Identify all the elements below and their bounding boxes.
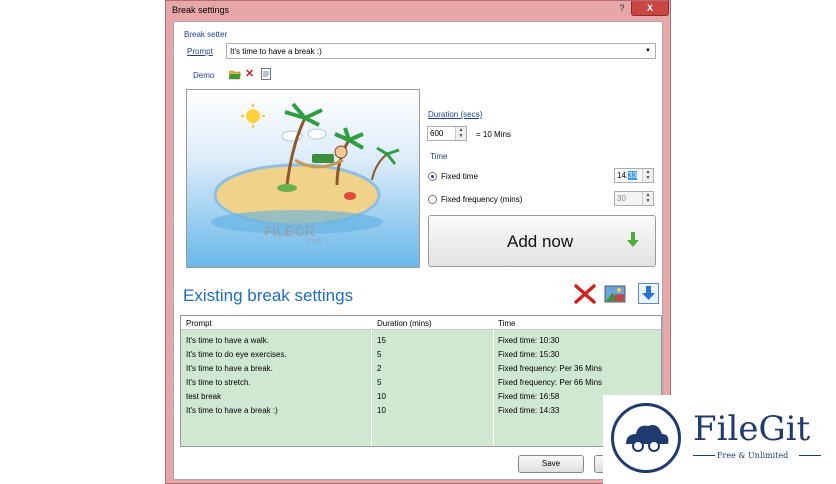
cell-time: Fixed time: 16:58 [498,392,560,401]
save-button[interactable]: Save [518,455,584,473]
tagline-divider [693,455,715,456]
cell-prompt: It's time to have a break :) [186,406,278,415]
table-row[interactable]: It's time to do eye exercises. 5 Fixed t… [181,347,661,361]
title-bar[interactable]: Break settings ? X [166,1,670,19]
cell-duration: 10 [377,406,386,415]
break-setter-group-label: Break setter [184,30,228,39]
help-button[interactable]: ? [616,1,628,16]
cell-prompt: test break [186,392,222,401]
column-header-prompt[interactable]: Prompt [186,319,212,328]
add-now-button[interactable]: Add now [428,215,656,267]
island-preview-image [186,89,420,268]
dialog-client-area: Break setter Prompt It's time to have a … [173,21,663,480]
cell-time: Fixed frequency: Per 36 Mins [498,364,603,373]
fixed-frequency-label: Fixed frequency (mins) [441,195,523,204]
cell-duration: 10 [377,392,386,401]
column-header-time[interactable]: Time [498,319,515,328]
table-row[interactable]: It's time to stretch. 5 Fixed frequency:… [181,375,661,389]
fixed-time-spinner[interactable]: 14:33 ▲ ▼ [614,168,654,183]
filegit-name: FileGit [693,409,811,449]
fixed-frequency-spinner[interactable]: 30 ▲ ▼ [614,191,654,206]
arrow-down-icon [627,232,639,250]
existing-settings-heading: Existing break settings [183,286,354,305]
prompt-combobox[interactable]: It's time to have a break :) ▼ [226,43,656,59]
filegit-tagline: Free & Unlimited [717,451,789,460]
fixed-frequency-value: 30 [617,194,626,203]
fixed-frequency-radio[interactable] [428,195,437,204]
duration-value: 600 [430,129,444,138]
filegit-logo-icon [611,403,681,473]
cell-prompt: It's time to have a break. [186,364,273,373]
cell-duration: 5 [377,350,382,359]
delete-icon[interactable]: ✕ [245,69,254,80]
filecr-watermark: FILECR .com [264,223,321,245]
duration-label: Duration (secs) [428,110,483,119]
delete-setting-icon[interactable] [574,284,596,306]
dropdown-arrow-icon[interactable]: ▼ [645,48,651,54]
cell-duration: 2 [377,364,382,373]
cell-duration: 15 [377,336,386,345]
fixed-time-radio[interactable] [428,172,437,181]
cell-prompt: It's time to do eye exercises. [186,350,287,359]
spin-updown-icon[interactable]: ▲ ▼ [642,192,653,205]
table-header: Prompt Duration (mins) Time [181,316,661,330]
edit-image-icon[interactable] [604,285,626,305]
close-button[interactable]: X [631,1,669,16]
column-header-duration[interactable]: Duration (mins) [377,319,432,328]
cell-prompt: It's time to stretch. [186,378,251,387]
table-row[interactable]: It's time to have a walk. 15 Fixed time:… [181,333,661,347]
table-row[interactable]: It's time to have a break :) 10 Fixed ti… [181,403,661,417]
duration-spinner[interactable]: 600 ▲ ▼ [427,126,467,141]
fixed-time-label: Fixed time [441,172,478,181]
table-row[interactable]: It's time to have a break. 2 Fixed frequ… [181,361,661,375]
demo-link[interactable]: Demo [193,71,214,80]
cell-time: Fixed time: 15:30 [498,350,560,359]
cell-prompt: It's time to have a walk. [186,336,269,345]
prompt-label: Prompt [187,47,213,56]
filecr-watermark-text: FILECR [264,223,315,239]
move-down-icon[interactable] [638,283,659,306]
document-icon[interactable] [261,68,271,83]
spin-updown-icon[interactable]: ▲ ▼ [455,127,466,140]
prompt-value: It's time to have a break :) [230,47,322,56]
cell-time: Fixed time: 10:30 [498,336,560,345]
existing-settings-table: Prompt Duration (mins) Time It's time to… [180,315,662,447]
window-title: Break settings [172,5,230,15]
filegit-watermark: FileGit Free & Unlimited [603,395,836,484]
time-label: Time [430,152,448,161]
fixed-time-value: 14:33 [617,171,638,180]
cell-duration: 5 [377,378,382,387]
duration-equals-text: = 10 Mins [476,130,511,139]
tagline-divider [799,455,821,456]
open-folder-icon[interactable] [228,69,241,83]
filecr-watermark-sub: .com [306,238,322,245]
break-settings-window: Break settings ? X Break setter Prompt I… [165,0,671,484]
table-row[interactable]: test break 10 Fixed time: 16:58 [181,389,661,403]
spin-updown-icon[interactable]: ▲ ▼ [642,169,653,182]
cell-time: Fixed frequency: Per 66 Mins [498,378,603,387]
cell-time: Fixed time: 14:33 [498,406,560,415]
add-now-label: Add now [507,232,574,251]
